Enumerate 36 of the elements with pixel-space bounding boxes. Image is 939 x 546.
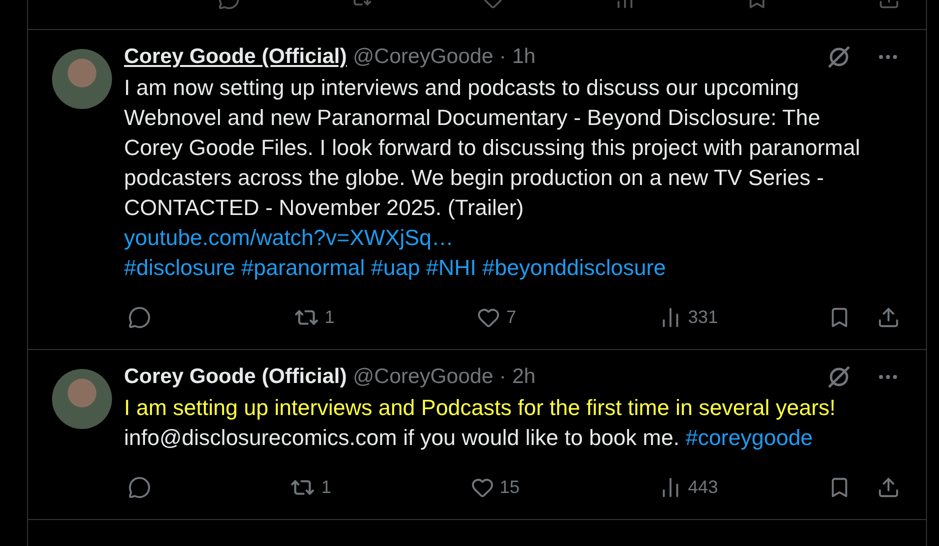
link[interactable]: #disclosure xyxy=(124,255,236,280)
like-button[interactable]: 7 xyxy=(477,304,516,330)
reply-button[interactable] xyxy=(128,304,151,330)
link[interactable]: #uap xyxy=(371,255,420,280)
post-time[interactable]: 2h xyxy=(512,365,536,389)
post-text: CONTACTED - November 2025. (Trailer) xyxy=(124,194,525,222)
link[interactable]: #beyonddisclosure xyxy=(482,255,666,280)
reply-icon xyxy=(128,476,151,498)
separator-dot: · xyxy=(499,45,506,69)
post-text: I am setting up interviews and Podcasts for the first time in several years! xyxy=(124,394,837,422)
link[interactable]: youtube.com/watch?v=XWXjSq… xyxy=(124,225,454,250)
post-text: I am now setting up interviews and podcasts to discuss our upcoming xyxy=(124,74,800,102)
share-icon[interactable] xyxy=(877,306,900,328)
author-name[interactable]: Corey Goode (Official) xyxy=(124,45,347,69)
reply-icon xyxy=(128,306,151,328)
author-handle[interactable]: @CoreyGoode xyxy=(352,365,494,389)
share-icon[interactable] xyxy=(877,476,900,498)
repost-button[interactable]: 1 xyxy=(290,474,332,500)
reply-button[interactable] xyxy=(128,474,151,500)
slashed-circle-icon[interactable] xyxy=(826,44,852,70)
post-text: Webnovel and new Paranormal Documentary - Beyond Disclosure: The xyxy=(124,104,822,132)
link[interactable]: #NHI xyxy=(426,255,476,280)
slashed-circle-icon[interactable] xyxy=(826,364,852,390)
link[interactable]: #coreygoode xyxy=(686,425,813,450)
author-handle[interactable]: @CoreyGoode xyxy=(352,45,494,69)
views-button[interactable]: 443 xyxy=(658,474,718,500)
like-button[interactable]: 15 xyxy=(470,474,520,500)
post-text: info@disclosurecomics.com if you would like to book me. #coreygoode xyxy=(124,425,813,450)
author-name[interactable]: Corey Goode (Official) xyxy=(124,365,347,389)
post-time[interactable]: 1h xyxy=(512,45,536,69)
post-text: podcasters across the globe. We begin production on a new TV Series - xyxy=(124,164,825,192)
repost-button[interactable]: 1 xyxy=(294,304,335,330)
views-button[interactable]: 331 xyxy=(658,304,718,330)
link[interactable]: #paranormal xyxy=(241,255,365,280)
separator-dot: · xyxy=(499,365,506,389)
post-text: Corey Goode Files. I look forward to discussing this project with paranormal xyxy=(124,134,862,162)
